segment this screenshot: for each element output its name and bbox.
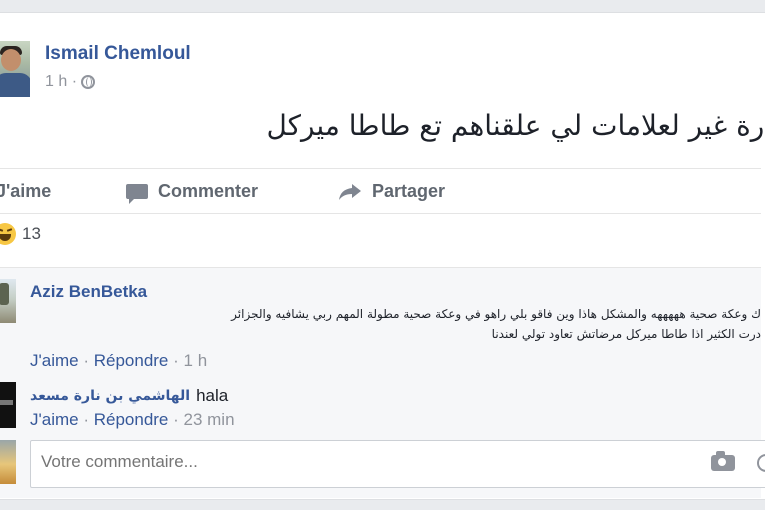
reply-avatar[interactable]: [0, 382, 16, 428]
reactions-summary[interactable]: 13: [0, 223, 41, 245]
reply-author[interactable]: الهاشمي بن نارة مسعد: [30, 388, 190, 404]
like-button[interactable]: J'aime: [0, 181, 51, 202]
share-icon: [338, 183, 362, 201]
post-meta: 1 h ·: [45, 73, 96, 91]
post-author-name[interactable]: Ismail Chemloul: [45, 43, 191, 65]
emoji-icon[interactable]: [757, 454, 765, 472]
reply-like-link[interactable]: J'aime: [30, 410, 79, 429]
post-text: ـارة غير لعلامات لي علقناهم تع طاطا ميرك…: [266, 109, 765, 142]
comment-text-line: درت الكثير اذا طاطا ميركل مرضاتش تعاود ت…: [491, 327, 761, 341]
comment-label: Commenter: [158, 181, 259, 201]
reply-header: الهاشمي بن نارة مسعد hala: [30, 386, 228, 406]
reply-timestamp[interactable]: 23 min: [184, 410, 235, 429]
comment-author[interactable]: Aziz BenBetka: [30, 282, 147, 302]
comment-icon: [126, 184, 148, 204]
comment-reply-link[interactable]: Répondre: [94, 351, 169, 370]
camera-icon[interactable]: [711, 451, 735, 471]
comment-composer[interactable]: [30, 440, 765, 488]
comment-input[interactable]: [41, 452, 661, 472]
comment-meta: J'aime · Répondre · 1 h: [30, 351, 208, 370]
post-timestamp[interactable]: 1 h ·: [45, 73, 77, 91]
comment-like-link[interactable]: J'aime: [30, 351, 79, 370]
reaction-count[interactable]: 13: [22, 224, 41, 244]
like-label: J'aime: [0, 181, 52, 201]
comment-text-line: ك وعكة صحية هههههه والمشكل هاذا وين فاقو…: [231, 307, 761, 321]
reply-text: hala: [196, 386, 229, 405]
globe-icon[interactable]: [81, 75, 96, 89]
current-user-avatar: [0, 440, 16, 484]
reply-meta: J'aime · Répondre · 23 min: [30, 410, 235, 429]
comment-button[interactable]: Commenter: [126, 181, 259, 204]
commenter-avatar[interactable]: [0, 279, 16, 323]
haha-icon: [0, 223, 16, 245]
post-card: Ismail Chemloul 1 h · ـارة غير لعلامات ل…: [0, 12, 765, 500]
post-actions-bar: J'aime Commenter Partager: [0, 168, 761, 214]
share-button[interactable]: Partager: [338, 181, 445, 202]
comments-section: Aziz BenBetka ك وعكة صحية هههههه والمشكل…: [0, 267, 765, 498]
author-avatar[interactable]: [0, 41, 30, 97]
comment-timestamp[interactable]: 1 h: [184, 351, 208, 370]
share-label: Partager: [372, 181, 446, 201]
reply-reply-link[interactable]: Répondre: [94, 410, 169, 429]
